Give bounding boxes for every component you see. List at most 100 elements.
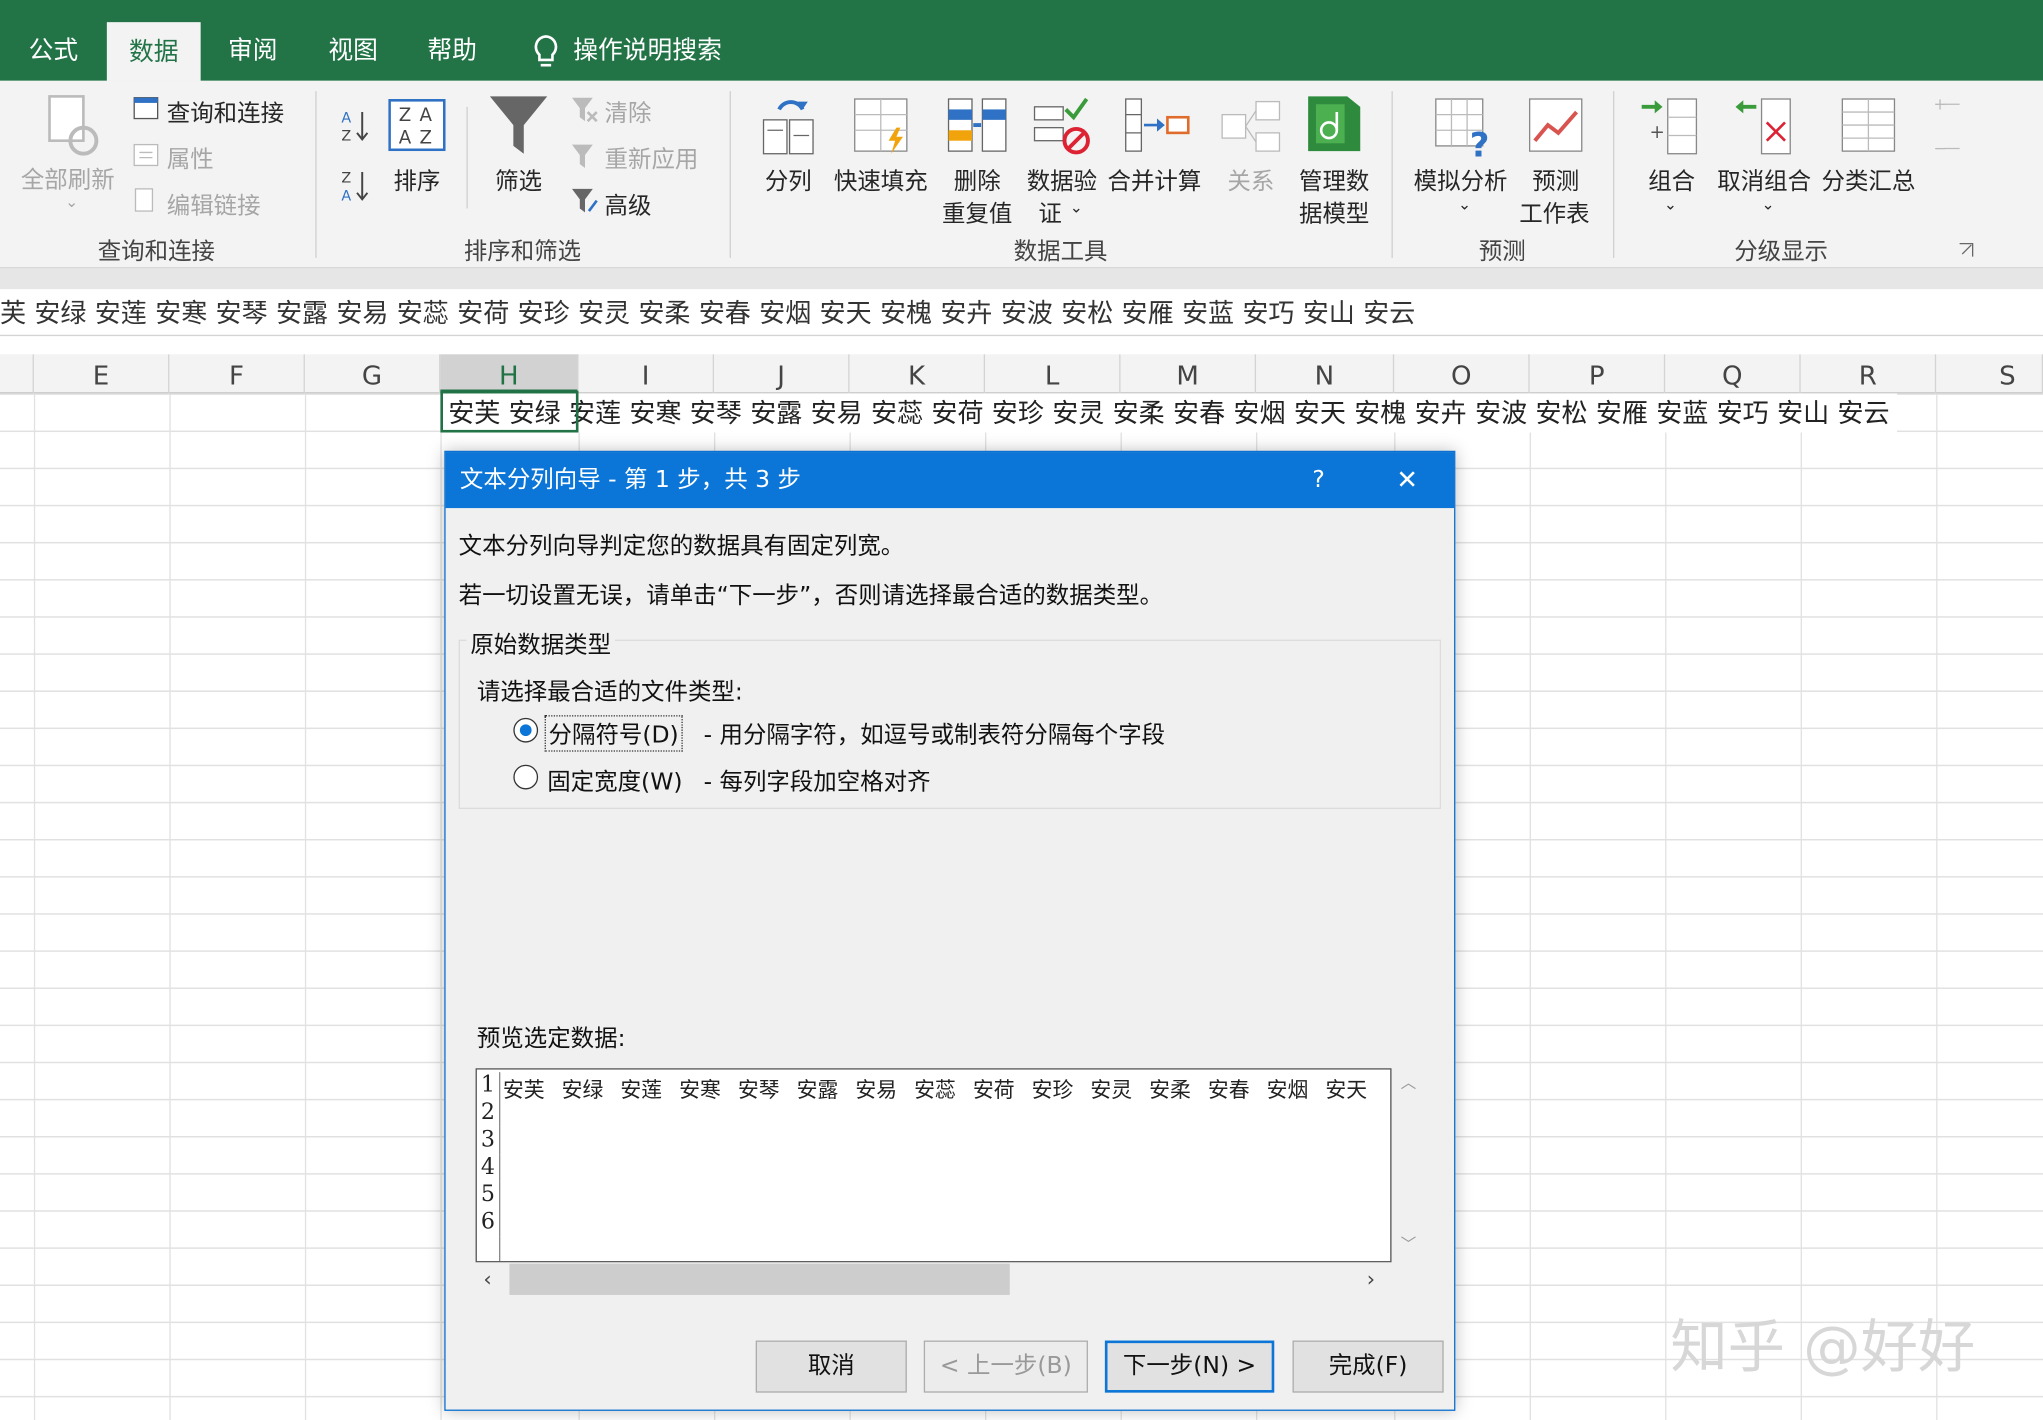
lightbulb-icon — [534, 35, 558, 67]
forecast-sheet-label-2: 工作表 — [1519, 200, 1590, 228]
ribbon: 全部刷新 ⌄ 查询和连接 属性 编辑链接 查询和连接 AZ ZA ZAAZ 排序… — [0, 80, 2043, 269]
advanced-button[interactable]: 高级 — [605, 188, 652, 222]
cancel-button[interactable]: 取消 — [755, 1340, 907, 1393]
svg-text:A: A — [399, 127, 412, 148]
manage-data-model-button[interactable]: 管理数 — [1299, 163, 1369, 197]
preview-row-number: 2 — [477, 1099, 501, 1127]
edit-links-button[interactable]: 编辑链接 — [167, 188, 261, 222]
group-button[interactable]: 组合 — [1648, 163, 1695, 197]
column-header-s[interactable]: S — [1936, 354, 2043, 394]
watermark: 知乎 @好好 — [1670, 1314, 1976, 1381]
scrollbar-thumb[interactable] — [509, 1263, 1010, 1295]
tab-formulas[interactable]: 公式 — [13, 21, 94, 81]
sort-icon: Z AA Z — [388, 99, 446, 152]
text-to-columns-dialog: 文本分列向导 - 第 1 步，共 3 步 ? ✕ 文本分列向导判定您的数据具有固… — [444, 450, 1456, 1411]
scroll-right-icon[interactable]: › — [1367, 1266, 1375, 1291]
column-header-m[interactable]: M — [1121, 354, 1257, 394]
column-header-e[interactable]: E — [34, 354, 170, 394]
back-button[interactable]: < 上一步(B) — [923, 1340, 1088, 1393]
column-header-k[interactable]: K — [850, 354, 986, 394]
refresh-all-button[interactable]: 全部刷新 — [21, 162, 115, 196]
group-title: 原始数据类型 — [466, 626, 615, 661]
tab-data[interactable]: 数据 — [106, 22, 201, 83]
queries-connections-button[interactable]: 查询和连接 — [167, 95, 284, 129]
group-label-sort: 排序和筛选 — [463, 238, 582, 266]
column-header-h[interactable]: H — [440, 354, 579, 394]
formula-bar[interactable]: 芙 安绿 安莲 安寒 安琴 安露 安易 安蕊 安荷 安珍 安灵 安柔 安春 安烟… — [0, 289, 2043, 337]
scroll-down-icon[interactable]: ﹀ — [1401, 1232, 1417, 1254]
svg-text:Z: Z — [341, 129, 351, 144]
preview-label: 预览选定数据: — [476, 1025, 626, 1053]
finish-button[interactable]: 完成(F) — [1292, 1340, 1444, 1393]
column-header-o[interactable]: O — [1394, 354, 1530, 394]
preview-row-number: 1 — [477, 1072, 501, 1100]
consolidate-button[interactable]: 合并计算 — [1107, 163, 1201, 197]
forecast-sheet-icon — [1528, 98, 1583, 152]
tab-view[interactable]: 视图 — [313, 21, 394, 81]
relationships-icon — [1221, 100, 1281, 152]
column-header-p[interactable]: P — [1530, 354, 1666, 394]
dialog-launcher-icon[interactable] — [1958, 242, 1974, 258]
column-header-n[interactable]: N — [1256, 354, 1395, 394]
next-button[interactable]: 下一步(N) > — [1104, 1340, 1275, 1393]
relationships-button[interactable]: 关系 — [1227, 163, 1274, 197]
refresh-all-icon — [48, 95, 99, 156]
column-header-f[interactable]: F — [169, 354, 305, 394]
column-header-g[interactable]: G — [305, 354, 441, 394]
group-icon: + — [1641, 98, 1698, 155]
group-label-forecast: 预测 — [1478, 238, 1526, 266]
tell-me-search[interactable]: 操作说明搜索 — [573, 21, 742, 81]
ribbon-tab-bar: 公式 数据 审阅 视图 帮助 操作说明搜索 — [0, 0, 2043, 83]
ungroup-button[interactable]: 取消组合 — [1717, 163, 1811, 197]
scroll-left-icon[interactable]: ‹ — [483, 1266, 491, 1291]
fixed-width-radio[interactable] — [513, 764, 539, 790]
svg-text:+: + — [1650, 122, 1665, 143]
reapply-button[interactable]: 重新应用 — [605, 141, 699, 175]
remove-duplicates-button[interactable]: 删除 — [954, 163, 1001, 197]
delimited-label[interactable]: 分隔符号(D) — [544, 715, 683, 752]
preview-row-number: 5 — [477, 1181, 501, 1209]
subtotal-button[interactable]: 分类汇总 — [1821, 163, 1915, 197]
subtotal-icon — [1841, 98, 1896, 152]
flash-fill-button[interactable]: 快速填充 — [834, 163, 928, 197]
svg-text:?: ? — [1470, 125, 1490, 159]
filter-button[interactable]: 筛选 — [495, 163, 542, 197]
column-header-row: E F G H I J K L M N O P Q R S — [0, 354, 2043, 394]
what-if-analysis-icon: ? — [1435, 98, 1490, 159]
column-header-partial — [0, 354, 34, 394]
column-header-i[interactable]: I — [579, 354, 715, 394]
clear-button[interactable]: 清除 — [605, 95, 652, 129]
cell-h1-content: 安芙 安绿 安莲 安寒 安琴 安露 安易 安蕊 安荷 安珍 安灵 安柔 安春 安… — [442, 393, 1898, 433]
data-validation-button[interactable]: 数据验 — [1027, 163, 1097, 197]
column-header-r[interactable]: R — [1801, 354, 1937, 394]
group-label-data-tools: 数据工具 — [1013, 238, 1108, 266]
data-preview-box[interactable]: 1 2 3 4 5 6 安芙 安绿 安莲 安寒 安琴 安露 安易 安蕊 安荷 安… — [475, 1068, 1392, 1263]
svg-text:Z: Z — [420, 127, 432, 148]
delimited-radio[interactable] — [513, 717, 539, 743]
scroll-up-icon[interactable]: ︿ — [1401, 1071, 1417, 1093]
tab-review[interactable]: 审阅 — [212, 21, 293, 81]
preview-horizontal-scrollbar[interactable]: ‹ › — [475, 1262, 1392, 1299]
fixed-width-label[interactable]: 固定宽度(W) — [547, 763, 682, 797]
ungroup-icon — [1735, 98, 1791, 155]
close-button[interactable]: ✕ — [1378, 452, 1435, 508]
flash-fill-icon — [854, 98, 908, 154]
column-header-l[interactable]: L — [985, 354, 1121, 394]
ribbon-bottom-strip — [0, 268, 2043, 290]
show-hide-detail-icon: +− — [1934, 94, 1960, 158]
what-if-analysis-button[interactable]: 模拟分析 — [1414, 163, 1508, 197]
properties-button[interactable]: 属性 — [167, 141, 214, 175]
help-button[interactable]: ? — [1295, 452, 1342, 508]
column-header-q[interactable]: Q — [1665, 354, 1801, 394]
filter-icon — [489, 96, 548, 154]
data-model-icon — [1308, 96, 1361, 152]
active-cell[interactable] — [440, 390, 579, 433]
sort-button[interactable]: 排序 — [393, 163, 440, 197]
forecast-sheet-button[interactable]: 预测 — [1532, 163, 1579, 197]
tab-help[interactable]: 帮助 — [412, 21, 493, 81]
text-to-columns-button[interactable]: 分列 — [765, 163, 812, 197]
delimited-description: - 用分隔字符，如逗号或制表符分隔每个字段 — [703, 721, 1166, 750]
column-header-j[interactable]: J — [714, 354, 850, 394]
preview-vertical-scrollbar[interactable]: ︿ ﹀ — [1394, 1068, 1423, 1262]
svg-text:A: A — [341, 189, 351, 204]
